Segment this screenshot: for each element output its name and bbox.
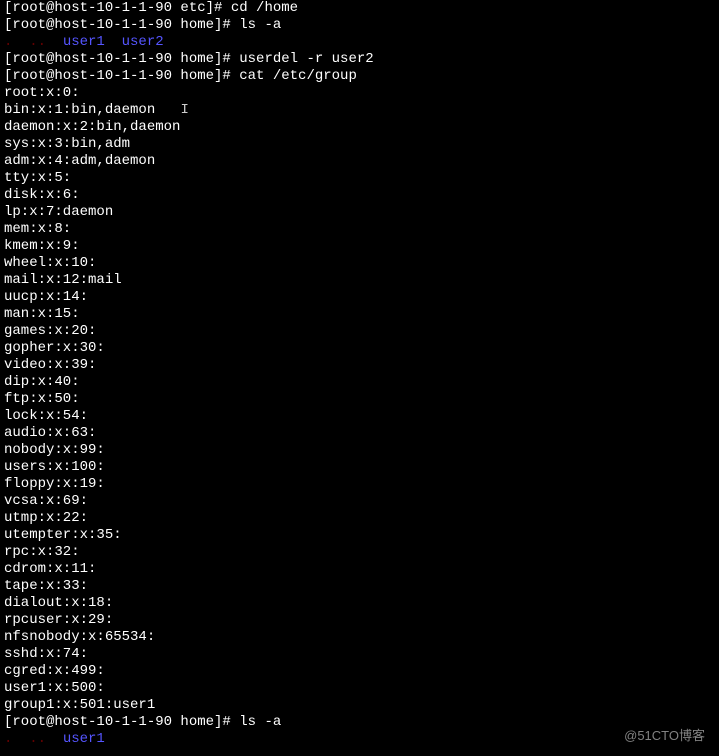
terminal-line: group1:x:501:user1 [4, 697, 715, 714]
terminal-text-segment: [root@host-10-1-1-90 etc]# cd /home [4, 0, 298, 16]
terminal-text-segment: tape:x:33: [4, 578, 88, 594]
terminal-line: floppy:x:19: [4, 476, 715, 493]
terminal-text-segment: lock:x:54: [4, 408, 88, 424]
terminal-line: lock:x:54: [4, 408, 715, 425]
terminal-line: vcsa:x:69: [4, 493, 715, 510]
terminal-text-segment: sys:x:3:bin,adm [4, 136, 130, 152]
terminal-text-segment: I [180, 102, 188, 118]
terminal-line: dip:x:40: [4, 374, 715, 391]
terminal-line: users:x:100: [4, 459, 715, 476]
terminal-text-segment: users:x:100: [4, 459, 105, 475]
terminal-line: gopher:x:30: [4, 340, 715, 357]
terminal-line: uucp:x:14: [4, 289, 715, 306]
terminal-text-segment: games:x:20: [4, 323, 96, 339]
terminal-text-segment: mem:x:8: [4, 221, 71, 237]
terminal-text-segment: root:x:0: [4, 85, 80, 101]
terminal-text-segment: dip:x:40: [4, 374, 80, 390]
terminal-text-segment: adm:x:4:adm,daemon [4, 153, 155, 169]
terminal-text-segment: video:x:39: [4, 357, 96, 373]
terminal-text-segment: gopher:x:30: [4, 340, 105, 356]
terminal-line: cgred:x:499: [4, 663, 715, 680]
terminal-line: [root@host-10-1-1-90 home]# cat /etc/gro… [4, 68, 715, 85]
terminal-line: root:x:0: [4, 85, 715, 102]
terminal-line: lp:x:7:daemon [4, 204, 715, 221]
terminal-text-segment: dialout:x:18: [4, 595, 113, 611]
terminal-line: tty:x:5: [4, 170, 715, 187]
terminal-text-segment: vcsa:x:69: [4, 493, 88, 509]
terminal-line: rpcuser:x:29: [4, 612, 715, 629]
terminal-text-segment: [root@host-10-1-1-90 home]# ls -a [4, 17, 281, 33]
terminal-text-segment: . .. [4, 731, 63, 747]
watermark-text: @51CTO博客 [624, 727, 705, 744]
terminal-text-segment: disk:x:6: [4, 187, 80, 203]
terminal-text-segment: audio:x:63: [4, 425, 96, 441]
terminal-text-segment: nobody:x:99: [4, 442, 105, 458]
terminal-line: . .. user1 user2 [4, 34, 715, 51]
terminal-text-segment: sshd:x:74: [4, 646, 88, 662]
terminal-text-segment: daemon:x:2:bin,daemon [4, 119, 180, 135]
terminal-text-segment: utempter:x:35: [4, 527, 122, 543]
terminal-text-segment: cgred:x:499: [4, 663, 105, 679]
terminal-line: kmem:x:9: [4, 238, 715, 255]
terminal-line: rpc:x:32: [4, 544, 715, 561]
terminal-line: [root@host-10-1-1-90 etc]# cd /home [4, 0, 715, 17]
terminal-text-segment: ftp:x:50: [4, 391, 80, 407]
terminal-line: [root@host-10-1-1-90 home]# ls -a [4, 17, 715, 34]
terminal-line: tape:x:33: [4, 578, 715, 595]
terminal-text-segment: uucp:x:14: [4, 289, 88, 305]
terminal-line: video:x:39: [4, 357, 715, 374]
terminal-text-segment: user1 [63, 731, 105, 747]
terminal-line: man:x:15: [4, 306, 715, 323]
terminal-text-segment: rpc:x:32: [4, 544, 80, 560]
terminal-line: wheel:x:10: [4, 255, 715, 272]
terminal-text-segment: kmem:x:9: [4, 238, 80, 254]
terminal-line: utmp:x:22: [4, 510, 715, 527]
terminal-line: sshd:x:74: [4, 646, 715, 663]
terminal-line: nfsnobody:x:65534: [4, 629, 715, 646]
terminal-text-segment: man:x:15: [4, 306, 80, 322]
terminal-text-segment: [root@host-10-1-1-90 home]# cat /etc/gro… [4, 68, 357, 84]
terminal-text-segment: [root@host-10-1-1-90 home]# userdel -r u… [4, 51, 374, 67]
terminal-text-segment: cdrom:x:11: [4, 561, 96, 577]
terminal-text-segment: lp:x:7:daemon [4, 204, 113, 220]
terminal-text-segment: user1:x:500: [4, 680, 105, 696]
terminal-text-segment: wheel:x:10: [4, 255, 96, 271]
terminal-line: disk:x:6: [4, 187, 715, 204]
terminal-text-segment: [root@host-10-1-1-90 home]# ls -a [4, 714, 281, 730]
terminal-text-segment: . .. [4, 34, 63, 50]
terminal-text-segment: bin:x:1:bin,daemon [4, 102, 180, 118]
terminal-line: daemon:x:2:bin,daemon [4, 119, 715, 136]
terminal-line: [root@host-10-1-1-90 home]# userdel -r u… [4, 51, 715, 68]
terminal-text-segment: group1:x:501:user1 [4, 697, 155, 713]
terminal-line: audio:x:63: [4, 425, 715, 442]
terminal-line: mail:x:12:mail [4, 272, 715, 289]
terminal-line: games:x:20: [4, 323, 715, 340]
terminal-line: utempter:x:35: [4, 527, 715, 544]
terminal-text-segment: mail:x:12:mail [4, 272, 122, 288]
terminal-text-segment: floppy:x:19: [4, 476, 105, 492]
terminal-text-segment: tty:x:5: [4, 170, 71, 186]
terminal-output[interactable]: [root@host-10-1-1-90 etc]# cd /home[root… [0, 0, 719, 748]
terminal-line: sys:x:3:bin,adm [4, 136, 715, 153]
terminal-line: user1:x:500: [4, 680, 715, 697]
terminal-text-segment: rpcuser:x:29: [4, 612, 113, 628]
terminal-line: cdrom:x:11: [4, 561, 715, 578]
terminal-line: dialout:x:18: [4, 595, 715, 612]
terminal-line: mem:x:8: [4, 221, 715, 238]
terminal-line: nobody:x:99: [4, 442, 715, 459]
terminal-text-segment: user1 user2 [63, 34, 164, 50]
terminal-line: adm:x:4:adm,daemon [4, 153, 715, 170]
terminal-line: [root@host-10-1-1-90 home]# ls -a [4, 714, 715, 731]
terminal-line: bin:x:1:bin,daemon I [4, 102, 715, 119]
terminal-text-segment: utmp:x:22: [4, 510, 88, 526]
terminal-text-segment: nfsnobody:x:65534: [4, 629, 155, 645]
terminal-line: ftp:x:50: [4, 391, 715, 408]
terminal-line: . .. user1 [4, 731, 715, 748]
